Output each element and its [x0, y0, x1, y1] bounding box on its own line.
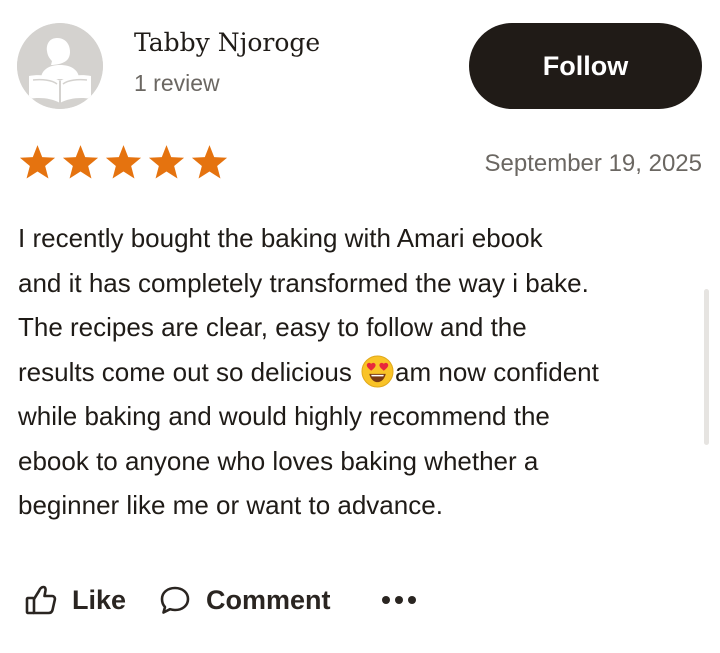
review-line-segment: results come out so delicious	[18, 356, 360, 387]
star-icon	[59, 143, 102, 183]
more-dots-icon	[381, 596, 416, 604]
reader-silhouette-icon	[17, 23, 103, 109]
like-label: Like	[72, 584, 127, 615]
star-icon	[188, 143, 231, 183]
more-options-button[interactable]	[379, 580, 419, 620]
review-line: I recently bought the baking with Amari …	[18, 223, 543, 253]
review-body: I recently bought the baking with Amari …	[18, 216, 708, 528]
reviewer-name[interactable]: Tabby Njoroge	[134, 28, 320, 57]
reviewer-review-count: 1 review	[134, 70, 220, 96]
review-line: The recipes are clear, easy to follow an…	[18, 312, 527, 342]
speech-bubble-icon	[158, 583, 192, 617]
review-line: and it has completely transformed the wa…	[18, 267, 589, 298]
comment-label: Comment	[206, 584, 331, 615]
review-line: while baking and would highly recommend …	[18, 401, 550, 431]
avatar[interactable]	[17, 23, 103, 109]
review-date: September 19, 2025	[484, 150, 703, 177]
review-line: beginner like me or want to advance.	[18, 490, 443, 520]
comment-button[interactable]: Comment	[158, 583, 331, 617]
thumbs-up-icon	[24, 583, 58, 617]
review-actions: Like Comment	[24, 578, 419, 622]
like-button[interactable]: Like	[24, 583, 126, 617]
heart-eyes-emoji-icon	[361, 354, 394, 388]
star-icon	[145, 143, 188, 183]
star-icon	[16, 143, 59, 183]
review-line-with-emoji: results come out so delicious am now con…	[18, 350, 708, 395]
follow-button[interactable]: Follow	[469, 23, 702, 109]
review-line: ebook to anyone who loves baking whether…	[18, 445, 539, 476]
star-icon	[102, 143, 145, 183]
review-line-segment: am now confident	[395, 356, 599, 387]
star-rating	[16, 143, 231, 183]
scrollbar[interactable]	[704, 289, 709, 445]
